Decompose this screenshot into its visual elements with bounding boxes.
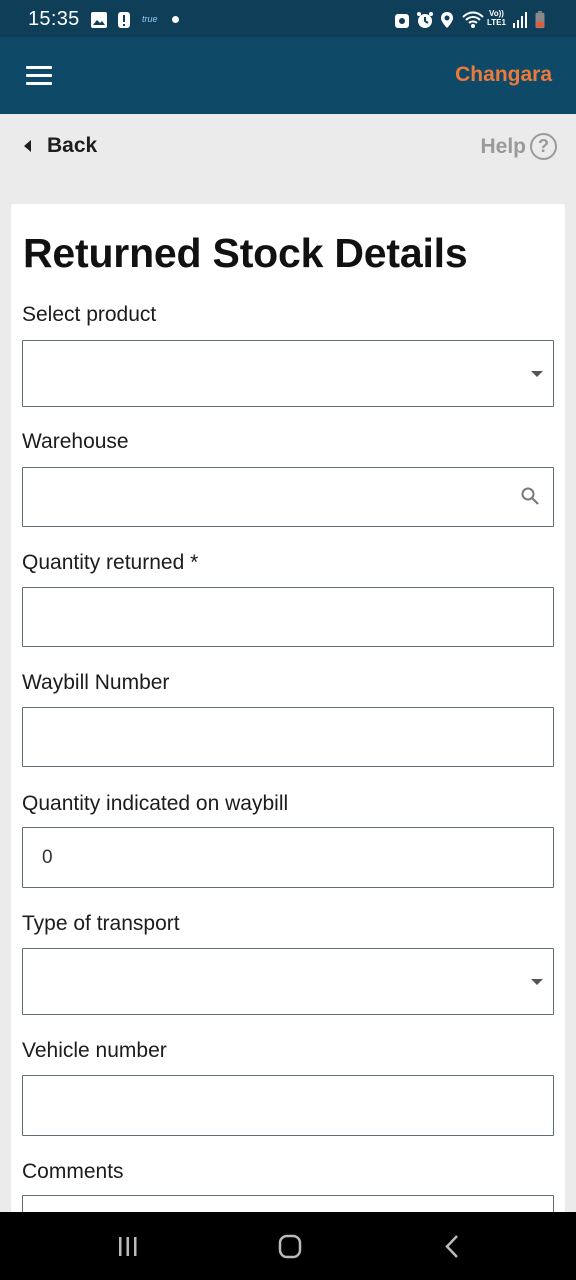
recent-apps-icon: [119, 1237, 137, 1256]
system-nav-bar: [0, 1212, 576, 1280]
waybill-number-field[interactable]: [22, 707, 554, 767]
gallery-icon: [91, 12, 107, 28]
recent-apps-button[interactable]: [88, 1212, 168, 1280]
help-link[interactable]: Help ?: [480, 133, 557, 160]
warehouse-input[interactable]: [23, 468, 553, 526]
caret-left-icon: [24, 140, 31, 152]
quantity-on-waybill-field[interactable]: [22, 827, 554, 888]
warehouse-label: Warehouse: [22, 430, 129, 453]
waybill-number-input[interactable]: [23, 708, 553, 766]
quantity-on-waybill-label: Quantity indicated on waybill: [22, 792, 289, 815]
quantity-on-waybill-input[interactable]: [23, 828, 553, 887]
wifi-icon: [462, 11, 484, 28]
home-icon: [278, 1234, 302, 1259]
hamburger-menu-icon[interactable]: [26, 66, 52, 86]
select-product-dropdown[interactable]: [22, 340, 554, 407]
search-icon: [521, 487, 539, 505]
status-time: 15:35: [28, 8, 80, 30]
quantity-returned-label: Quantity returned *: [22, 551, 199, 574]
back-link[interactable]: Back: [24, 134, 97, 158]
quantity-returned-input[interactable]: [23, 588, 553, 646]
back-icon: [445, 1235, 458, 1258]
form-card: Returned Stock Details Select product Wa…: [11, 204, 565, 1235]
carrier-badge: true: [142, 14, 158, 24]
battery-icon: [535, 11, 545, 29]
back-button[interactable]: [412, 1212, 492, 1280]
brand-title: Changara: [455, 63, 552, 86]
page-title: Returned Stock Details: [23, 230, 468, 276]
vehicle-number-field[interactable]: [22, 1075, 554, 1136]
select-product-label: Select product: [22, 303, 157, 326]
waybill-number-label: Waybill Number: [22, 671, 170, 694]
dropdown-arrow-icon: [531, 978, 543, 985]
vehicle-number-input[interactable]: [23, 1076, 553, 1135]
back-label: Back: [47, 134, 98, 157]
quantity-returned-field[interactable]: [22, 587, 554, 647]
vehicle-number-label: Vehicle number: [22, 1039, 167, 1062]
help-icon: ?: [530, 133, 557, 160]
transport-type-label: Type of transport: [22, 912, 180, 935]
alarm-icon: [417, 12, 433, 28]
more-notifications-dot: [172, 16, 179, 23]
help-label: Help: [480, 134, 526, 158]
network-indicator: Vo)) LTE1: [487, 9, 506, 27]
location-icon: [441, 12, 453, 28]
transport-type-dropdown[interactable]: [22, 948, 554, 1015]
warehouse-search-field[interactable]: [22, 467, 554, 527]
app-bar: Changara: [0, 37, 576, 114]
data-saver-icon: [395, 14, 409, 28]
dropdown-arrow-icon: [531, 370, 543, 377]
lte-label: LTE1: [487, 18, 506, 27]
volte-label: Vo)): [489, 9, 504, 18]
home-button[interactable]: [250, 1212, 330, 1280]
signal-icon: [513, 12, 527, 28]
notification-icon: [118, 12, 130, 28]
status-bar: 15:35 true Vo)) LTE1: [0, 0, 576, 37]
comments-label: Comments: [22, 1160, 124, 1183]
